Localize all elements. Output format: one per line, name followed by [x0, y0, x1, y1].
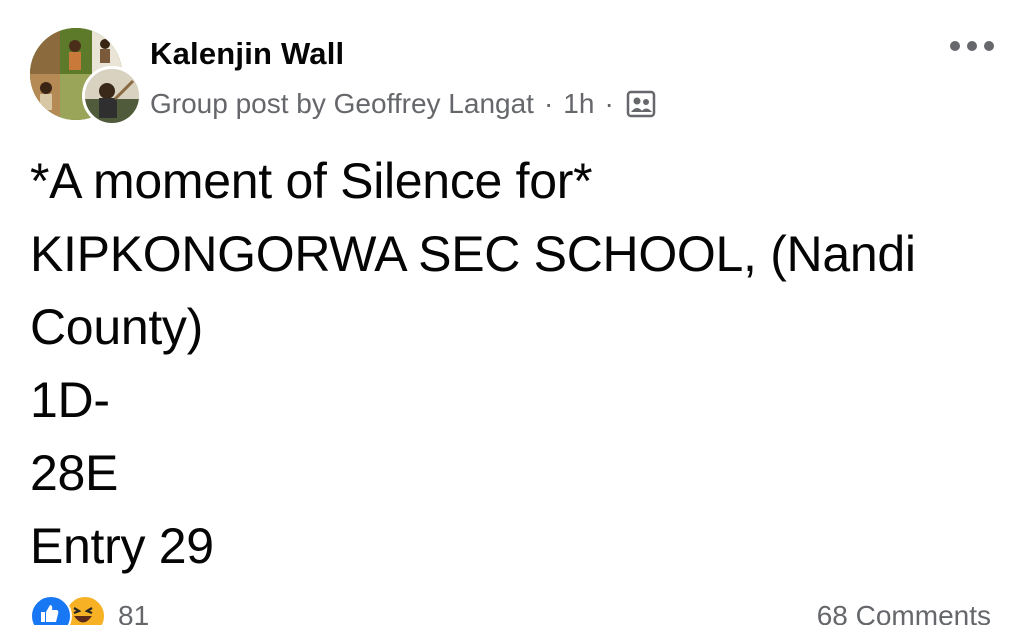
meta-separator: ·	[543, 88, 554, 119]
more-horizontal-icon	[967, 41, 977, 51]
post-text-line: Entry 29	[30, 518, 214, 574]
more-horizontal-icon	[950, 41, 960, 51]
post-text-line: KIPKONGORWA SEC SCHOOL, (Nandi	[30, 226, 916, 282]
post-card: Kalenjin Wall Group post by Geoffrey Lan…	[0, 0, 1024, 625]
reaction-count[interactable]: 81	[118, 600, 149, 625]
group-name-link[interactable]: Kalenjin Wall	[150, 36, 344, 72]
post-text-line: 28E	[30, 445, 119, 501]
post-timestamp[interactable]: 1h	[563, 88, 594, 120]
more-options-button[interactable]	[950, 32, 994, 60]
like-icon	[30, 595, 72, 625]
post-meta: Group post by Geoffrey Langat · 1h ·	[150, 88, 656, 120]
members-icon[interactable]	[626, 89, 656, 119]
meta-separator: ·	[604, 88, 614, 119]
author-avatar-image[interactable]	[82, 66, 142, 126]
post-avatar[interactable]	[30, 28, 142, 126]
post-text-line: *A moment of Silence for*	[30, 153, 593, 209]
more-horizontal-icon	[984, 41, 994, 51]
post-body: *A moment of Silence for* KIPKONGORWA SE…	[30, 145, 1005, 583]
post-text-line: 1D-	[30, 372, 110, 428]
post-text-line: County)	[30, 299, 203, 355]
author-line[interactable]: Group post by Geoffrey Langat	[150, 88, 534, 120]
reactions-summary[interactable]: 81	[30, 595, 149, 625]
comments-count-link[interactable]: 68 Comments	[817, 600, 991, 625]
